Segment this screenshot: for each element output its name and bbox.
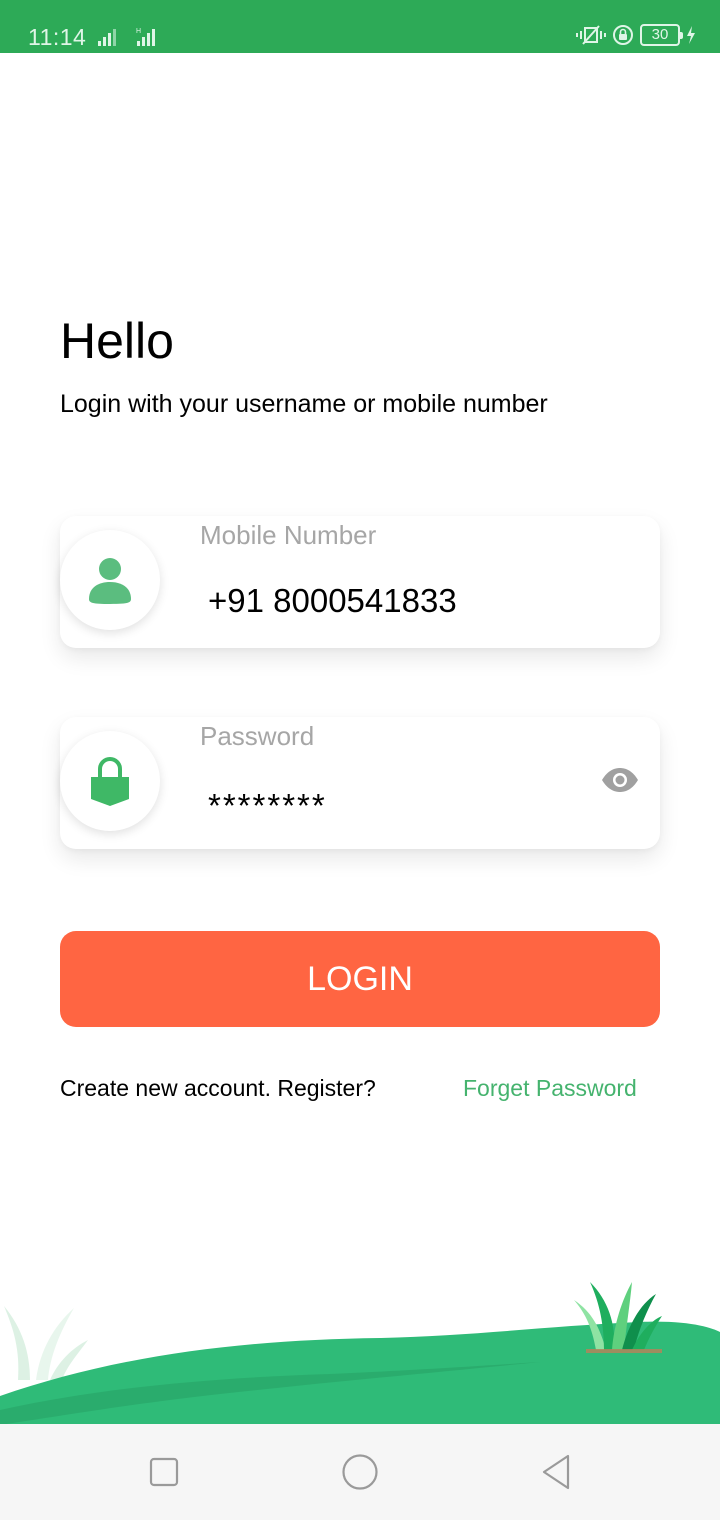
signal-h-icon: H (136, 28, 155, 46)
user-icon-container (60, 530, 160, 630)
mobile-number-field[interactable]: Mobile Number +91 8000541833 (60, 516, 660, 648)
page-subtitle: Login with your username or mobile numbe… (60, 390, 548, 418)
login-button[interactable]: LOGIN (60, 931, 660, 1027)
user-icon (89, 558, 131, 604)
eye-icon (602, 768, 638, 792)
charging-icon (687, 26, 695, 44)
register-link[interactable]: Create new account. Register? (60, 1075, 376, 1102)
login-button-label: LOGIN (307, 959, 413, 998)
status-bar: 11:14 H 30 (0, 0, 720, 53)
status-icons: 30 (576, 24, 696, 46)
home-icon (342, 1454, 378, 1490)
password-field[interactable]: Password ******** (60, 717, 660, 849)
signal-icon (98, 29, 116, 46)
svg-text:H: H (136, 28, 141, 35)
lock-icon (91, 757, 129, 806)
navigation-bar (0, 1424, 720, 1520)
password-label: Password (200, 721, 315, 751)
home-button[interactable] (336, 1448, 384, 1496)
mobile-number-input[interactable]: +91 8000541833 (208, 582, 457, 620)
password-input[interactable]: ******** (208, 787, 327, 825)
status-time: 11:14 (28, 24, 87, 50)
back-button[interactable] (532, 1448, 580, 1496)
page-title: Hello (60, 313, 174, 369)
battery-level: 30 (651, 26, 669, 43)
back-icon (542, 1454, 570, 1490)
mobile-number-label: Mobile Number (200, 520, 377, 550)
rotation-lock-icon (613, 25, 633, 45)
battery-icon: 30 (640, 24, 683, 46)
show-password-toggle[interactable] (600, 765, 640, 795)
recent-apps-icon (149, 1457, 179, 1487)
vibrate-icon (576, 25, 606, 45)
left-grass-icon (4, 1306, 88, 1380)
hills-illustration (0, 1282, 720, 1425)
recent-apps-button[interactable] (140, 1448, 188, 1496)
lock-icon-container (60, 731, 160, 831)
forgot-password-link[interactable]: Forget Password (463, 1075, 637, 1102)
